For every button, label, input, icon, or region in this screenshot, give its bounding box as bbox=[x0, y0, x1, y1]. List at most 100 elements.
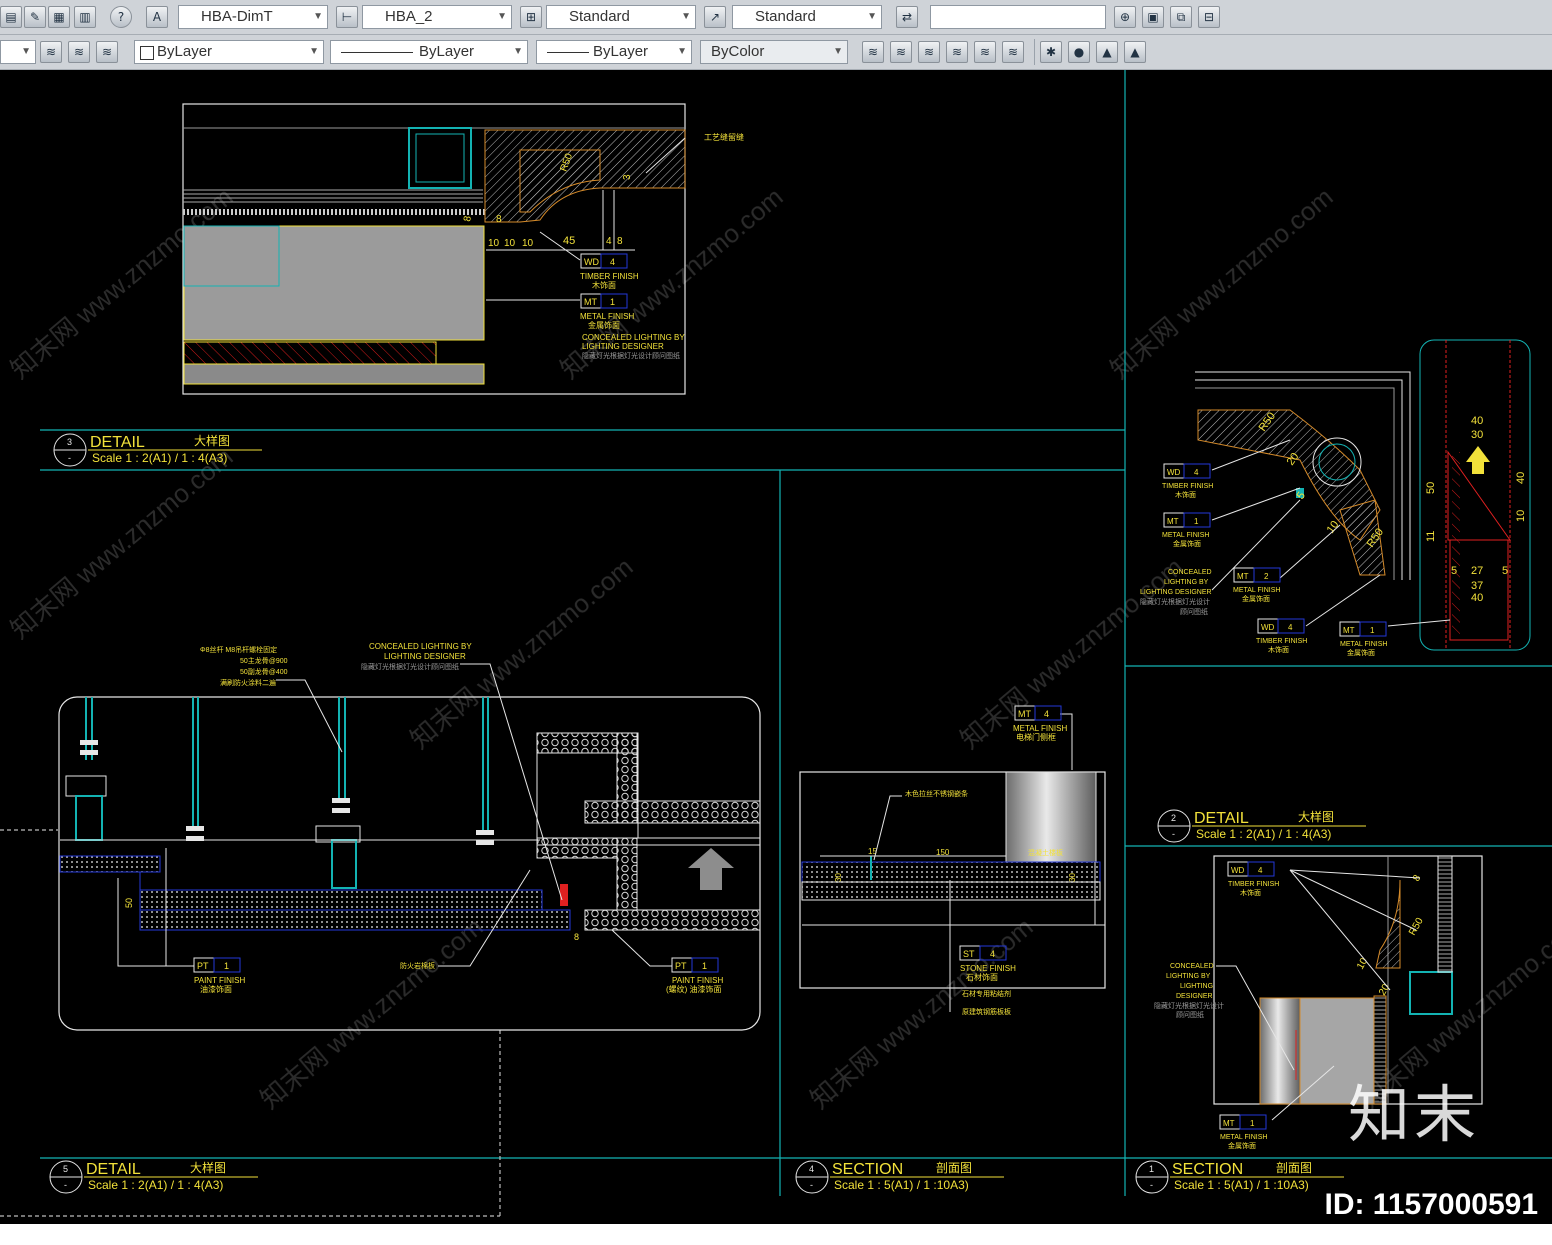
note-text: 原建筑钢筋板板 bbox=[962, 1007, 1011, 1016]
layer-make-current-icon[interactable]: ≋ bbox=[40, 41, 62, 63]
dimension-label: 40 bbox=[1515, 472, 1527, 484]
multileader-style-combo[interactable]: HBA_2 ▼ bbox=[362, 5, 512, 29]
dimension-label: 10 bbox=[504, 238, 516, 249]
dimension-label: 8 bbox=[617, 236, 623, 247]
freeze-icon[interactable]: ✱ bbox=[1040, 41, 1062, 63]
title-number: 5 bbox=[63, 1164, 68, 1174]
lineweight-preview bbox=[547, 52, 589, 53]
search-input[interactable] bbox=[930, 5, 1106, 29]
plot-style-combo[interactable]: ByColor ▼ bbox=[700, 40, 848, 64]
title-number: 3 bbox=[67, 437, 72, 447]
watermark-tile: 知末网 www.znzmo.com bbox=[1105, 181, 1339, 384]
tag-code: MT bbox=[1237, 572, 1249, 581]
title-block-2: 2 - DETAIL 大样图 Scale 1 : 2(A1) / 1 : 4(A… bbox=[1157, 809, 1366, 843]
mleader-style-combo[interactable]: Standard ▼ bbox=[732, 5, 882, 29]
tag-cn: 金属饰面 bbox=[1228, 1141, 1256, 1150]
tag-cn: 木饰面 bbox=[592, 280, 616, 290]
layer-combo[interactable]: ▼ bbox=[0, 40, 36, 64]
bulb-icon[interactable]: ● bbox=[1068, 41, 1090, 63]
calculator-icon[interactable]: ▥ bbox=[74, 6, 96, 28]
layer-lock-icon[interactable]: ≋ bbox=[974, 41, 996, 63]
linetype-combo[interactable]: ByLayer ▼ bbox=[330, 40, 528, 64]
title-number: 4 bbox=[809, 1164, 814, 1174]
layer-walk-icon[interactable]: ≋ bbox=[1002, 41, 1024, 63]
lineweight-combo[interactable]: ByLayer ▼ bbox=[536, 40, 692, 64]
note-text: CONCEALED bbox=[1170, 963, 1214, 970]
chevron-down-icon: ▼ bbox=[497, 11, 507, 22]
design-center-icon[interactable]: ▦ bbox=[48, 6, 70, 28]
layer-previous-icon[interactable]: ≋ bbox=[68, 41, 90, 63]
table-style-combo[interactable]: Standard ▼ bbox=[546, 5, 696, 29]
layer-state-icon[interactable]: ≋ bbox=[96, 41, 118, 63]
title-block-4: 4 - SECTION 剖面图 Scale 1 : 5(A1) / 1 :10A… bbox=[795, 1160, 1004, 1194]
dimension-label: 45 bbox=[563, 235, 575, 247]
tag-code: WD bbox=[1261, 623, 1275, 632]
tag-number: 4 bbox=[1194, 468, 1199, 477]
tag-cn: 电梯门侧框 bbox=[1016, 732, 1056, 742]
dimension-label: 8 bbox=[496, 214, 502, 225]
tag-en: METAL FINISH bbox=[1233, 587, 1280, 594]
tag-cn: 石材饰面 bbox=[966, 972, 998, 982]
table-style-value: Standard bbox=[569, 8, 630, 25]
title-scale: Scale 1 : 2(A1) / 1 : 4(A3) bbox=[92, 451, 227, 465]
dimension-style-combo[interactable]: HBA-DimT ▼ bbox=[178, 5, 328, 29]
toolbar-button-properties-icon[interactable]: ▤ bbox=[0, 6, 22, 28]
dimension-icon[interactable]: ⊢ bbox=[336, 6, 358, 28]
tag-en: METAL FINISH bbox=[1162, 532, 1209, 539]
mleader-style-icon[interactable]: ↗ bbox=[704, 6, 726, 28]
dimension-label: 40 bbox=[1471, 592, 1483, 604]
drawing-canvas[interactable]: 知末网 www.znzmo.com 知末网 www.znzmo.com 知末网 … bbox=[0, 70, 1552, 1224]
tag-cn: 金属饰面 bbox=[588, 320, 620, 330]
tag-number: 1 bbox=[1194, 517, 1199, 526]
tag-cn: 木饰面 bbox=[1240, 888, 1261, 897]
title-dash: - bbox=[1150, 1180, 1153, 1190]
tag-number: 4 bbox=[610, 257, 615, 267]
color-value: ByLayer bbox=[157, 43, 213, 60]
title-block-5: 5 - DETAIL 大样图 Scale 1 : 2(A1) / 1 : 4(A… bbox=[49, 1160, 258, 1194]
title-cn: 大样图 bbox=[190, 1160, 226, 1175]
match-properties-icon[interactable]: ✎ bbox=[24, 6, 46, 28]
title-cn: 大样图 bbox=[194, 433, 230, 448]
toolbar-separator bbox=[1034, 39, 1035, 65]
dimension-label: 40 bbox=[1471, 415, 1483, 427]
view-import-icon[interactable]: ⊟ bbox=[1198, 6, 1220, 28]
note-text: CONCEALED LIGHTING BY bbox=[369, 642, 472, 651]
color-combo[interactable]: ByLayer ▼ bbox=[134, 40, 324, 64]
layer-freeze-icon[interactable]: ≋ bbox=[946, 41, 968, 63]
title-scale: Scale 1 : 5(A1) / 1 :10A3) bbox=[1174, 1178, 1309, 1192]
layer-properties-icon[interactable]: ⇄ bbox=[896, 6, 918, 28]
tag-code: MT bbox=[1223, 1119, 1235, 1128]
layer-isolate-icon[interactable]: ≋ bbox=[862, 41, 884, 63]
note-text: 隐藏灯光根据灯光设计顾问图纸 bbox=[361, 662, 459, 671]
tag-en: TIMBER FINISH bbox=[580, 272, 639, 281]
view-export-icon[interactable]: ⧉ bbox=[1170, 6, 1192, 28]
toolbar-top: ▤ ✎ ▦ ▥ ? A HBA-DimT ▼ ⊢ HBA_2 ▼ ⊞ Stand… bbox=[0, 0, 1552, 35]
title-text: SECTION bbox=[1172, 1161, 1243, 1178]
plot-style-value: ByColor bbox=[711, 43, 765, 60]
view-create-icon[interactable]: ⊕ bbox=[1114, 6, 1136, 28]
tag-en: METAL FINISH bbox=[580, 312, 634, 321]
view-manager-icon[interactable]: ▣ bbox=[1142, 6, 1164, 28]
layer-unisolate-icon[interactable]: ≋ bbox=[890, 41, 912, 63]
help-icon[interactable]: ? bbox=[110, 6, 132, 28]
unlock-icon[interactable]: ▲ bbox=[1124, 41, 1146, 63]
note-text: 隐藏灯光根据灯光设计 bbox=[1140, 597, 1210, 606]
title-number: 1 bbox=[1149, 1164, 1154, 1174]
note-text: 石材专用粘结剂 bbox=[962, 989, 1011, 998]
chevron-down-icon: ▼ bbox=[513, 46, 523, 57]
linetype-value: ByLayer bbox=[419, 43, 475, 60]
note-text: LIGHTING DESIGNER bbox=[384, 652, 466, 661]
lock-icon[interactable]: ▲ bbox=[1096, 41, 1118, 63]
layer-off-icon[interactable]: ≋ bbox=[918, 41, 940, 63]
tag-code: WD bbox=[1231, 866, 1245, 875]
tag-code: WD bbox=[584, 257, 599, 267]
tag-cn: 油漆饰面 bbox=[200, 984, 232, 994]
dimension-label: 50 bbox=[124, 898, 134, 908]
tag-code: ST bbox=[963, 949, 975, 959]
text-style-icon[interactable]: A bbox=[146, 6, 168, 28]
dimension-label: 50 bbox=[1425, 482, 1437, 494]
title-scale: Scale 1 : 5(A1) / 1 :10A3) bbox=[834, 1178, 969, 1192]
title-dash: - bbox=[68, 453, 71, 463]
table-style-icon[interactable]: ⊞ bbox=[520, 6, 542, 28]
title-cn: 剖面图 bbox=[1276, 1161, 1312, 1175]
